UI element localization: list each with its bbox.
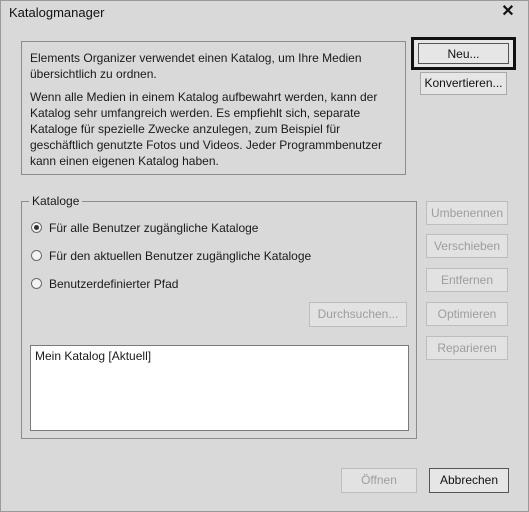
catalog-manager-dialog: Katalogmanager ✕ Elements Organizer verw…: [0, 0, 529, 512]
catalog-list[interactable]: Mein Katalog [Aktuell]: [30, 345, 409, 431]
info-box: Elements Organizer verwendet einen Katal…: [21, 41, 406, 175]
open-button[interactable]: Öffnen: [341, 468, 417, 493]
new-button[interactable]: Neu...: [411, 37, 516, 70]
radio-button[interactable]: [31, 278, 42, 289]
optimize-button[interactable]: Optimieren: [426, 302, 508, 326]
window-title: Katalogmanager: [9, 5, 105, 20]
close-icon[interactable]: ✕: [498, 2, 518, 22]
cancel-button[interactable]: Abbrechen: [429, 468, 509, 493]
repair-button[interactable]: Reparieren: [426, 336, 508, 360]
info-paragraph-1: Elements Organizer verwendet einen Katal…: [30, 51, 362, 81]
radio-label: Für den aktuellen Benutzer zugängliche K…: [49, 249, 312, 263]
convert-button[interactable]: Konvertieren...: [420, 72, 507, 95]
radio-label: Für alle Benutzer zugängliche Kataloge: [49, 221, 259, 235]
list-item[interactable]: Mein Katalog [Aktuell]: [35, 349, 151, 363]
info-paragraph-2: Wenn alle Medien in einem Katalog aufbew…: [30, 90, 382, 168]
move-button[interactable]: Verschieben: [426, 234, 508, 258]
new-button-label: Neu...: [418, 43, 509, 64]
catalogs-legend: Kataloge: [29, 194, 83, 208]
radio-label: Benutzerdefinierter Pfad: [49, 277, 179, 291]
rename-button[interactable]: Umbenennen: [426, 201, 508, 225]
radio-button[interactable]: [31, 250, 42, 261]
browse-button[interactable]: Durchsuchen...: [309, 302, 407, 327]
radio-button[interactable]: [31, 222, 42, 233]
remove-button[interactable]: Entfernen: [426, 268, 508, 292]
title-bar: Katalogmanager ✕: [1, 1, 528, 25]
